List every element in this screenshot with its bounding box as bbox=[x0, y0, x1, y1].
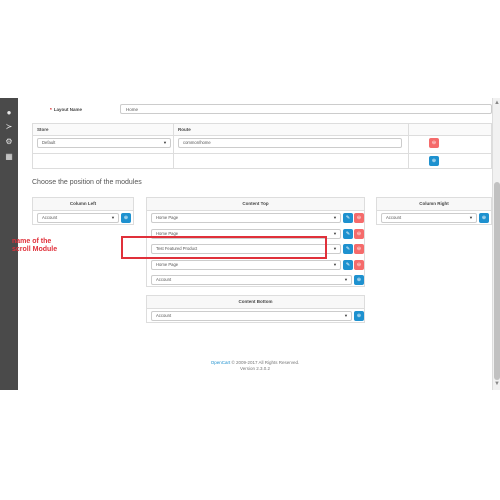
route-table: Store Route Default ▼ common/home ⊖ ⊕ bbox=[32, 123, 492, 169]
column-left-add-button[interactable]: ⊕ bbox=[121, 213, 131, 223]
chevron-down-icon: ▼ bbox=[111, 215, 115, 220]
layout-name-input[interactable]: Home bbox=[120, 104, 492, 114]
remove-module-button[interactable]: ⊖ bbox=[354, 244, 364, 254]
column-left-panel: Column Left Account ▼ ⊕ bbox=[32, 197, 134, 225]
edit-module-button[interactable]: ✎ bbox=[343, 229, 353, 239]
content-top-module-select[interactable]: Home Page ▼ bbox=[151, 260, 341, 270]
pencil-icon: ✎ bbox=[345, 215, 351, 221]
chevron-down-icon: ▼ bbox=[333, 262, 337, 267]
edit-module-button[interactable]: ✎ bbox=[343, 260, 353, 270]
content-bottom-add-button[interactable]: ⊕ bbox=[354, 311, 364, 321]
column-right-panel: Column Right Account ▼ ⊕ bbox=[376, 197, 492, 225]
minus-circle-icon: ⊖ bbox=[356, 231, 362, 237]
content-bottom-title: Content Bottom bbox=[147, 296, 364, 309]
plus-circle-icon: ⊕ bbox=[123, 215, 129, 221]
gear-icon[interactable]: ⚙ bbox=[4, 137, 14, 147]
plus-circle-icon: ⊕ bbox=[481, 215, 487, 221]
column-right-add-button[interactable]: ⊕ bbox=[479, 213, 489, 223]
store-select[interactable]: Default ▼ bbox=[37, 138, 171, 148]
bar-chart-icon[interactable]: ▦ bbox=[4, 152, 14, 162]
chevron-down-icon: ▼ bbox=[469, 215, 473, 220]
chevron-down-icon: ▼ bbox=[333, 231, 337, 236]
minus-circle-icon: ⊖ bbox=[356, 262, 362, 268]
remove-route-button[interactable]: ⊖ bbox=[429, 138, 439, 148]
column-divider bbox=[408, 124, 409, 168]
annotation-highlight-box bbox=[121, 236, 327, 259]
edit-module-button[interactable]: ✎ bbox=[343, 213, 353, 223]
store-column-header: Store bbox=[37, 127, 49, 132]
edit-module-button[interactable]: ✎ bbox=[343, 244, 353, 254]
remove-module-button[interactable]: ⊖ bbox=[354, 229, 364, 239]
chevron-down-icon: ▼ bbox=[344, 277, 348, 282]
footer: OpenCart © 2009-2017 All Rights Reserved… bbox=[18, 360, 492, 372]
route-column-header: Route bbox=[178, 127, 191, 132]
chevron-down-icon: ▼ bbox=[333, 246, 337, 251]
minus-circle-icon: ⊖ bbox=[356, 215, 362, 221]
minus-circle-icon: ⊖ bbox=[356, 246, 362, 252]
column-right-select[interactable]: Account ▼ bbox=[381, 213, 477, 223]
user-icon[interactable]: ● bbox=[4, 108, 14, 118]
vertical-scrollbar[interactable]: ▲ ▼ bbox=[492, 98, 500, 390]
version-text: Version 2.3.0.2 bbox=[239, 366, 271, 371]
row-divider bbox=[33, 153, 491, 154]
column-divider bbox=[173, 124, 174, 168]
layout-name-label: * Layout Name bbox=[50, 107, 83, 112]
remove-module-button[interactable]: ⊖ bbox=[354, 213, 364, 223]
content-top-add-select[interactable]: Account ▼ bbox=[151, 275, 352, 285]
remove-module-button[interactable]: ⊖ bbox=[354, 260, 364, 270]
share-icon[interactable]: ≻ bbox=[4, 122, 14, 132]
route-input[interactable]: common/home bbox=[178, 138, 402, 148]
annotation-line: name of the bbox=[12, 238, 52, 245]
opencart-link[interactable]: OpenCart bbox=[211, 360, 231, 365]
chevron-down-icon: ▼ bbox=[344, 313, 348, 318]
scroll-down-arrow-icon[interactable]: ▼ bbox=[494, 381, 500, 387]
pencil-icon: ✎ bbox=[345, 262, 351, 268]
copyright-text: © 2009-2017 All Rights Reserved. bbox=[230, 360, 300, 365]
section-title: Choose the position of the modules bbox=[32, 179, 142, 186]
content-bottom-panel: Content Bottom Account ▼ ⊕ bbox=[146, 295, 365, 323]
content-bottom-select[interactable]: Account ▼ bbox=[151, 311, 352, 321]
pencil-icon: ✎ bbox=[345, 231, 351, 237]
content-top-title: Content Top bbox=[147, 198, 364, 211]
column-right-title: Column Right bbox=[377, 198, 491, 211]
column-left-title: Column Left bbox=[33, 198, 133, 211]
plus-circle-icon: ⊕ bbox=[356, 277, 362, 283]
content-top-add-button[interactable]: ⊕ bbox=[354, 275, 364, 285]
plus-circle-icon: ⊕ bbox=[431, 158, 437, 164]
route-table-header: Store Route bbox=[33, 124, 491, 136]
minus-circle-icon: ⊖ bbox=[431, 140, 437, 146]
plus-circle-icon: ⊕ bbox=[356, 313, 362, 319]
annotation-line: scroll Module bbox=[12, 246, 58, 253]
chevron-down-icon: ▼ bbox=[163, 140, 167, 145]
chevron-down-icon: ▼ bbox=[333, 215, 337, 220]
column-left-select[interactable]: Account ▼ bbox=[37, 213, 119, 223]
layout-name-row: * Layout Name Home bbox=[32, 98, 492, 120]
scroll-up-arrow-icon[interactable]: ▲ bbox=[494, 100, 500, 106]
scroll-thumb[interactable] bbox=[494, 182, 500, 380]
pencil-icon: ✎ bbox=[345, 246, 351, 252]
annotation-label: name of the scroll Module bbox=[12, 238, 57, 254]
content-top-module-select[interactable]: Home Page ▼ bbox=[151, 213, 341, 223]
add-route-button[interactable]: ⊕ bbox=[429, 156, 439, 166]
